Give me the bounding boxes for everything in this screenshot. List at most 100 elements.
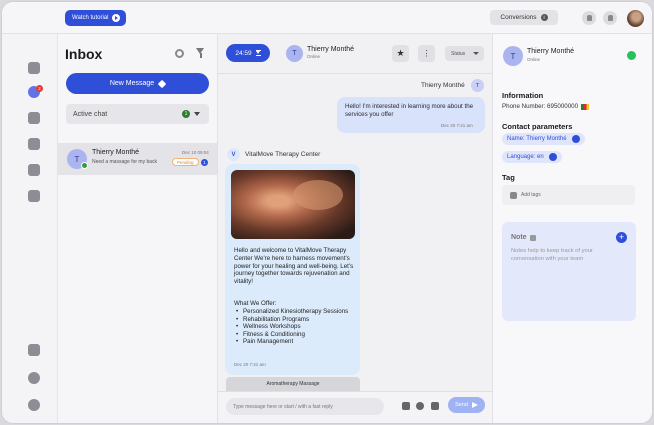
note-title-text: Note — [511, 234, 527, 241]
template-icon[interactable] — [431, 402, 439, 410]
timer-label: 24:59 — [235, 49, 252, 57]
nav-dashboard-icon[interactable] — [28, 62, 40, 74]
incoming-message-text: Hello and welcome to VitalMove Therapy C… — [234, 247, 354, 286]
note-title: Note — [511, 234, 536, 241]
top-bar: Watch tutorial Conversions i — [2, 2, 652, 34]
nav-apps-icon[interactable] — [28, 344, 40, 356]
conversions-label: Conversions — [500, 14, 537, 21]
nav-team-icon[interactable] — [28, 164, 40, 176]
new-message-label: New Message — [109, 80, 155, 87]
active-chat-count: 1 — [182, 110, 190, 118]
conversation-name: Thierry Monthé — [92, 149, 140, 156]
list-item: Rehabilitation Programs — [234, 316, 356, 324]
phone-number: Phone Number: 695000000 — [502, 103, 590, 110]
contact-avatar: T — [503, 46, 523, 66]
send-label: Send — [455, 402, 468, 408]
conversation-snippet: Need a massage for my back — [92, 159, 158, 165]
outgoing-message-text: Hello! I'm interested in learning more a… — [345, 103, 474, 118]
services-list: Personalized Kinesiotherapy Sessions Reh… — [234, 308, 356, 346]
session-timer: 24:59 — [226, 44, 270, 62]
note-card: Note + Notes help to keep track of your … — [502, 222, 636, 321]
note-icon — [529, 234, 536, 241]
contact-parameters-heading: Contact parameters — [502, 122, 573, 131]
more-options-button[interactable]: ⋮ — [418, 45, 435, 62]
tag-icon — [510, 191, 517, 199]
phone-number-text: Phone Number: 695000000 — [502, 103, 579, 110]
param-language-label: Language: en — [507, 154, 544, 160]
param-language[interactable]: Language: en — [502, 151, 562, 163]
search-icon[interactable] — [175, 49, 184, 58]
send-icon — [471, 402, 478, 408]
unread-count: 1 — [201, 159, 208, 166]
chat-header: 24:59 T Thierry Monthé Online ★ ⋮ Status — [218, 34, 492, 74]
star-button[interactable]: ★ — [392, 45, 409, 62]
conversation-item[interactable]: T Thierry Monthé Dec 10 09:04 Need a mas… — [58, 143, 217, 175]
watch-tutorial-button[interactable]: Watch tutorial — [65, 10, 127, 26]
whatsapp-icon — [627, 51, 636, 60]
nav-support-icon[interactable] — [28, 372, 40, 384]
outgoing-message-time: Dec 20 7:41 am — [441, 123, 473, 128]
active-chat-label: Active chat — [73, 110, 108, 118]
massage-photo — [231, 170, 355, 239]
chat-panel: 24:59 T Thierry Monthé Online ★ ⋮ Status… — [218, 34, 492, 423]
outgoing-sender-name: Thierry Monthé — [421, 82, 465, 89]
outgoing-sender-avatar: T — [471, 79, 484, 92]
nav-messages-icon[interactable] — [28, 112, 40, 124]
send-button[interactable]: Send — [448, 397, 485, 413]
quick-reply-button[interactable]: Aromatherapy Massage — [226, 377, 360, 391]
filter-icon[interactable] — [196, 48, 205, 58]
inbox-badge: 2 — [36, 85, 43, 92]
contact-status: Online — [527, 57, 541, 62]
incoming-sender-name: VitalMove Therapy Center — [245, 151, 321, 158]
cameroon-flag-icon — [581, 103, 590, 110]
more-vertical-icon: ⋮ — [422, 48, 431, 58]
notification-bell-icon[interactable] — [582, 11, 596, 25]
status-select-label: Status — [451, 50, 466, 57]
star-icon: ★ — [396, 48, 405, 58]
list-item: Fitness & Conditioning — [234, 331, 356, 339]
chevron-down-icon — [473, 52, 479, 55]
sidebar-nav: 2 — [2, 34, 58, 423]
param-name[interactable]: Name: Thierry Monthé — [502, 133, 585, 145]
active-chat-select[interactable]: Active chat 1 — [66, 104, 209, 124]
list-item: Personalized Kinesiotherapy Sessions — [234, 308, 356, 316]
new-message-button[interactable]: New Message — [66, 73, 209, 94]
add-tags-button[interactable]: Add tags — [502, 185, 635, 205]
chevron-down-icon — [194, 112, 200, 116]
help-chat-icon[interactable] — [603, 11, 617, 25]
add-tags-label: Add tags — [521, 192, 541, 198]
list-item: Pain Management — [234, 338, 356, 346]
tag-heading: Tag — [502, 173, 515, 182]
business-logo: V — [227, 148, 240, 161]
incoming-message-time: Dec 20 7:41 am — [234, 362, 266, 367]
nav-settings-icon[interactable] — [28, 399, 40, 411]
chat-contact-avatar: T — [286, 45, 303, 62]
conversation-date: Dec 10 09:04 — [182, 150, 209, 155]
app-window: Watch tutorial Conversions i 2 Inbox New… — [1, 1, 653, 424]
info-icon: i — [540, 14, 548, 21]
edit-icon — [548, 153, 557, 161]
param-name-label: Name: Thierry Monthé — [507, 136, 567, 142]
attachment-icon[interactable] — [402, 402, 410, 410]
note-placeholder: Notes help to keep track of your convers… — [511, 248, 593, 262]
add-note-button[interactable]: + — [616, 232, 627, 243]
edit-icon — [571, 135, 580, 143]
hourglass-icon — [255, 50, 261, 56]
watch-tutorial-label: Watch tutorial — [72, 15, 109, 21]
emoji-icon[interactable] — [416, 402, 424, 410]
nav-contacts-icon[interactable] — [28, 138, 40, 150]
conversions-button[interactable]: Conversions i — [490, 10, 558, 25]
user-avatar[interactable] — [627, 10, 644, 27]
contact-details-panel: T Thierry Monthé Online Information Phon… — [492, 34, 652, 423]
inbox-panel: Inbox New Message Active chat 1 T Thierr… — [58, 34, 218, 423]
status-badge: Pending — [172, 158, 199, 166]
play-icon — [112, 14, 121, 22]
message-input[interactable]: Type message here or start / with a fast… — [226, 398, 384, 415]
incoming-message: Hello and welcome to VitalMove Therapy C… — [225, 164, 360, 375]
status-select[interactable]: Status — [445, 46, 484, 61]
inbox-title: Inbox — [65, 46, 103, 62]
nav-calendar-icon[interactable] — [28, 190, 40, 202]
pencil-icon — [157, 79, 167, 88]
chat-contact-status: Online — [307, 54, 321, 59]
chat-contact-name: Thierry Monthé — [307, 46, 355, 53]
